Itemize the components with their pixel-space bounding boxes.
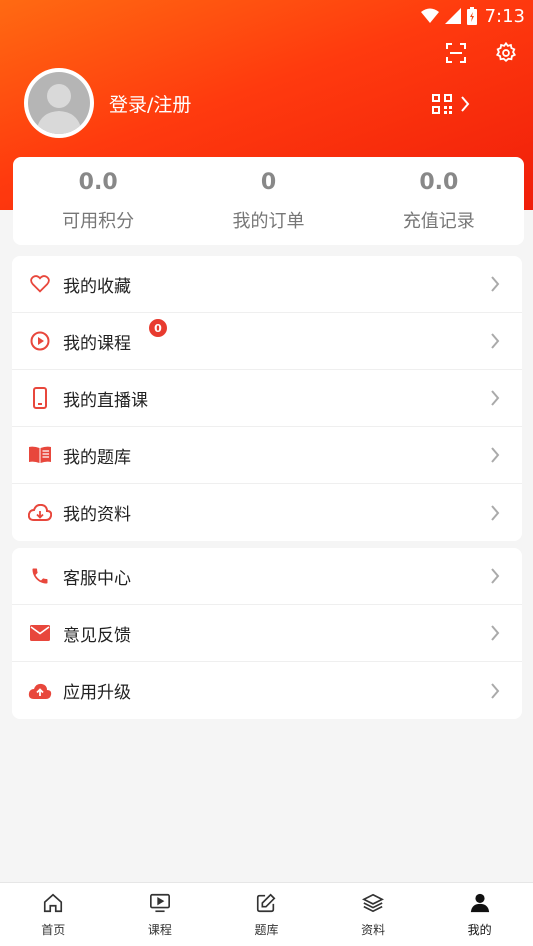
menu-item-feedback[interactable]: 意见反馈 [12, 605, 522, 662]
cloud-upload-icon [27, 678, 53, 704]
status-time: 7:13 [484, 5, 525, 27]
course-count-badge: 0 [147, 317, 169, 339]
book-icon [27, 442, 53, 468]
menu-item-favorites[interactable]: 我的收藏 [12, 256, 522, 313]
menu-card-support: 客服中心 意见反馈 应用升级 [12, 548, 522, 719]
tab-label: 我的 [467, 922, 492, 937]
stat-recharge[interactable]: 0.0 充值记录 [354, 157, 524, 245]
chevron-right-icon [460, 96, 470, 116]
menu-label: 意见反馈 [63, 625, 131, 646]
chevron-right-icon [488, 682, 502, 700]
phone-call-icon [27, 563, 53, 589]
stat-points[interactable]: 0.0 可用积分 [13, 157, 183, 245]
chevron-right-icon [488, 332, 502, 350]
tab-mine[interactable]: 我的 [426, 883, 533, 946]
menu-item-live-courses[interactable]: 我的直播课 [12, 370, 522, 427]
menu-item-app-upgrade[interactable]: 应用升级 [12, 662, 522, 719]
chevron-right-icon [488, 389, 502, 407]
menu-card-personal: 我的收藏 我的课程 0 我的直播课 我的题库 我的资料 [12, 256, 522, 541]
wifi-icon [420, 8, 439, 24]
menu-label: 我的资料 [63, 505, 131, 525]
layers-icon [362, 892, 385, 918]
tab-materials[interactable]: 资料 [320, 883, 427, 946]
menu-label: 客服中心 [63, 568, 131, 589]
home-icon [42, 892, 64, 918]
edit-icon [255, 892, 277, 918]
qr-code-icon [432, 94, 452, 118]
tab-label: 资料 [361, 922, 386, 937]
chevron-right-icon [488, 446, 502, 464]
scan-icon[interactable] [443, 40, 469, 66]
avatar-placeholder-icon [28, 72, 90, 134]
menu-label: 我的收藏 [63, 276, 131, 297]
person-icon [469, 892, 491, 918]
stat-orders[interactable]: 0 我的订单 [183, 157, 353, 245]
menu-item-customer-service[interactable]: 客服中心 [12, 548, 522, 605]
stats-card: 0.0 可用积分 0 我的订单 0.0 充值记录 [13, 157, 524, 245]
menu-item-courses[interactable]: 我的课程 0 [12, 313, 522, 370]
menu-item-materials[interactable]: 我的资料 [12, 484, 522, 541]
tab-label: 首页 [41, 922, 66, 937]
top-actions [443, 40, 519, 66]
qr-code-button[interactable] [432, 94, 470, 118]
menu-label: 我的课程 [63, 333, 131, 354]
tv-play-icon [149, 892, 171, 918]
stat-label: 可用积分 [62, 210, 135, 232]
chevron-right-icon [488, 504, 502, 522]
stat-label: 充值记录 [402, 210, 475, 232]
cloud-download-icon [27, 500, 53, 526]
status-bar: 7:13 [0, 0, 533, 32]
chevron-right-icon [488, 624, 502, 642]
menu-label: 我的题库 [63, 447, 131, 468]
heart-icon [27, 271, 53, 297]
chevron-right-icon [488, 567, 502, 585]
tab-home[interactable]: 首页 [0, 883, 107, 946]
bottom-tab-bar: 首页 课程 题库 资料 我的 [0, 882, 533, 946]
battery-icon [466, 7, 477, 25]
menu-label: 我的直播课 [63, 390, 148, 411]
avatar[interactable] [24, 68, 94, 138]
play-circle-icon [27, 328, 53, 354]
signal-icon [444, 8, 461, 24]
chevron-right-icon [488, 275, 502, 293]
stat-label: 我的订单 [232, 210, 305, 232]
tab-courses[interactable]: 课程 [107, 883, 214, 946]
tab-label: 课程 [147, 922, 172, 937]
tab-label: 题库 [254, 922, 279, 937]
stat-value: 0 [260, 169, 277, 195]
menu-item-question-bank[interactable]: 我的题库 [12, 427, 522, 484]
login-register-link[interactable]: 登录/注册 [109, 90, 191, 117]
tab-question-bank[interactable]: 题库 [213, 883, 320, 946]
mail-icon [27, 620, 53, 646]
phone-icon [27, 385, 53, 411]
stat-value: 0.0 [78, 169, 118, 195]
stat-value: 0.0 [419, 169, 459, 195]
menu-label: 应用升级 [63, 683, 131, 703]
settings-gear-icon[interactable] [493, 40, 519, 66]
